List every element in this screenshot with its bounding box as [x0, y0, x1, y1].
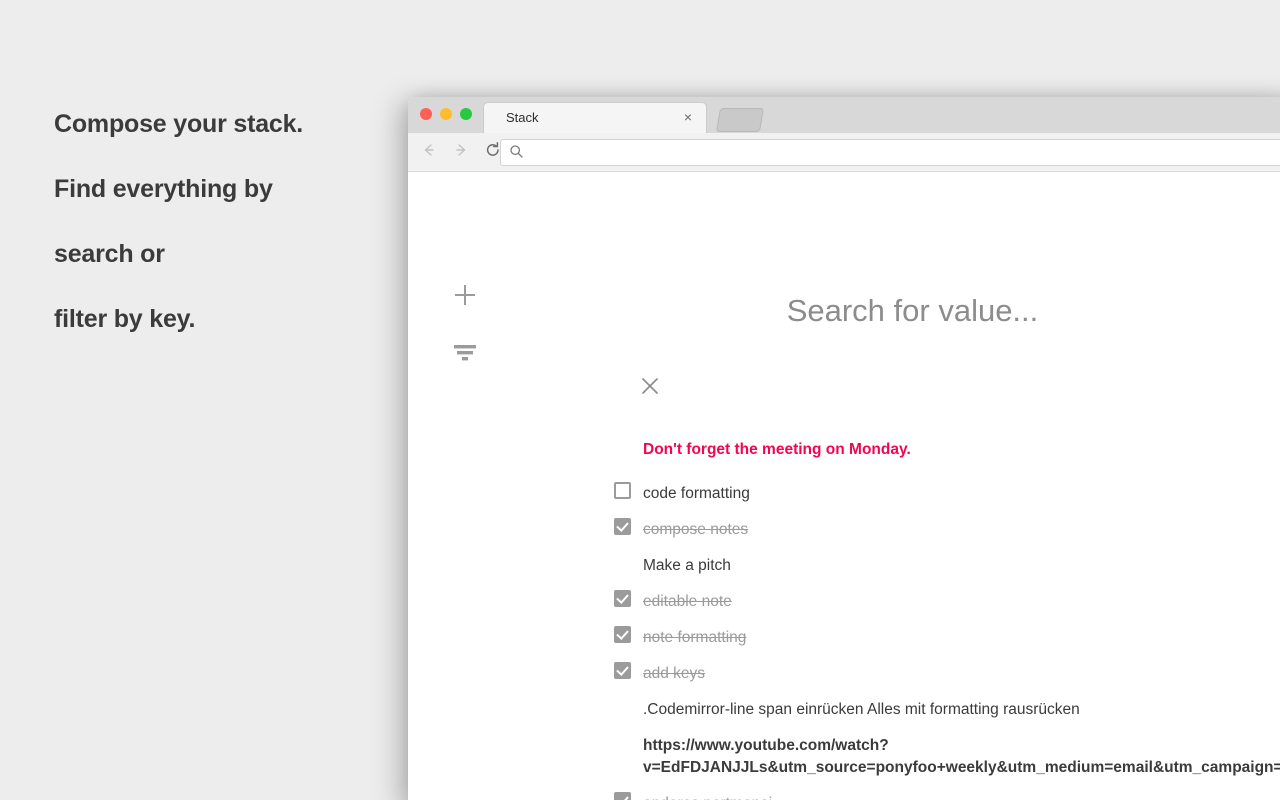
note-text: code formatting	[643, 485, 750, 502]
note-text: editable note	[643, 593, 732, 610]
browser-navbar	[408, 133, 1280, 172]
headline-line-2: Find everything by	[54, 175, 273, 203]
checkbox-checked[interactable]	[614, 590, 631, 607]
note-text: anderes portmonai	[643, 786, 772, 800]
screen-root: Compose your stack. Find everything by s…	[0, 0, 1280, 800]
note-row[interactable]: https://www.youtube.com/watch?v=EdFDJANJ…	[605, 728, 1280, 786]
note-row[interactable]: editable note	[605, 584, 1280, 620]
note-row[interactable]: compose notes	[605, 512, 1280, 548]
filter-icon[interactable]	[452, 342, 478, 364]
note-text: Make a pitch	[643, 557, 731, 574]
note-list: Don't forget the meeting on Monday. code …	[605, 432, 1280, 800]
note-text: compose notes	[643, 521, 749, 538]
arrow-left-icon[interactable]	[420, 141, 438, 159]
checkbox-checked[interactable]	[614, 792, 631, 800]
browser-window: Stack × Search for value... Don't forget…	[408, 97, 1280, 800]
app-sidebar	[408, 172, 658, 800]
headline-line-3: search or	[54, 240, 165, 268]
note-text: add keys	[643, 665, 706, 682]
app-body: Don't forget the meeting on Monday. code …	[408, 172, 1280, 800]
note-text: https://www.youtube.com/watch?v=EdFDJANJ…	[643, 737, 1280, 776]
search-input[interactable]	[513, 292, 1280, 330]
checkbox-checked[interactable]	[614, 626, 631, 643]
headline-line-4: filter by key.	[54, 305, 196, 333]
note-row[interactable]: anderes portmonai	[605, 786, 1280, 800]
note-row[interactable]: Don't forget the meeting on Monday.	[605, 432, 1280, 476]
arrow-right-icon[interactable]	[452, 141, 470, 159]
note-row[interactable]: code formatting	[605, 476, 1280, 512]
marketing-copy: Compose your stack. Find everything by s…	[54, 92, 384, 352]
navigation-controls	[420, 141, 502, 159]
note-row[interactable]: add keys	[605, 656, 1280, 692]
browser-tabstrip: Stack ×	[408, 97, 1280, 133]
close-icon[interactable]: ×	[684, 109, 692, 125]
address-bar[interactable]	[500, 139, 1280, 166]
checkbox-checked[interactable]	[614, 518, 631, 535]
search-icon	[510, 145, 523, 158]
window-controls	[420, 108, 472, 120]
browser-tab-stack[interactable]: Stack ×	[484, 103, 706, 133]
zoom-window-button[interactable]	[460, 108, 472, 120]
note-row[interactable]: note formatting	[605, 620, 1280, 656]
search-zone	[513, 172, 1280, 330]
checkbox-unchecked[interactable]	[614, 482, 631, 499]
note-text: .Codemirror-line span einrücken Alles mi…	[643, 701, 1080, 718]
checkbox-checked[interactable]	[614, 662, 631, 679]
note-text: note formatting	[643, 629, 747, 646]
note-text: Don't forget the meeting on Monday.	[643, 441, 911, 458]
clear-search-icon[interactable]	[640, 376, 660, 396]
close-window-button[interactable]	[420, 108, 432, 120]
tab-title: Stack	[506, 110, 539, 125]
note-row[interactable]: .Codemirror-line span einrücken Alles mi…	[605, 692, 1280, 728]
headline-line-1: Compose your stack.	[54, 110, 304, 138]
note-row[interactable]: Make a pitch	[605, 548, 1280, 584]
minimize-window-button[interactable]	[440, 108, 452, 120]
plus-icon[interactable]	[452, 282, 478, 308]
browser-tab-inactive[interactable]	[715, 108, 765, 132]
